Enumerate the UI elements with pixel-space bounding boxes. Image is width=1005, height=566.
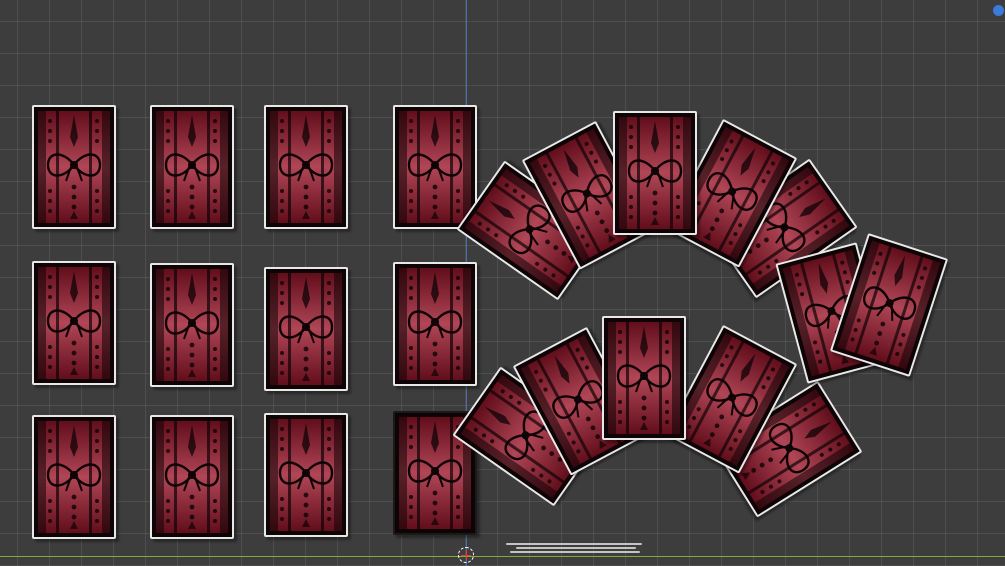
card-object[interactable] [393, 262, 477, 386]
ground-shadow-lines [506, 541, 646, 555]
card-object[interactable] [264, 105, 348, 229]
card-object[interactable] [613, 111, 697, 235]
card-object[interactable] [264, 413, 348, 537]
card-object[interactable] [32, 415, 116, 539]
card-object[interactable] [393, 105, 477, 229]
card-object[interactable] [150, 105, 234, 229]
card-object[interactable] [32, 261, 116, 385]
card-object[interactable] [264, 267, 348, 391]
card-object[interactable] [150, 263, 234, 387]
navigation-gizmo-icon[interactable] [993, 5, 1004, 16]
card-object[interactable] [150, 415, 234, 539]
card-object[interactable] [602, 316, 686, 440]
3d-viewport[interactable] [0, 0, 1005, 566]
card-object[interactable] [32, 105, 116, 229]
x-axis-line [0, 556, 1005, 557]
3d-cursor-icon[interactable] [458, 547, 474, 563]
